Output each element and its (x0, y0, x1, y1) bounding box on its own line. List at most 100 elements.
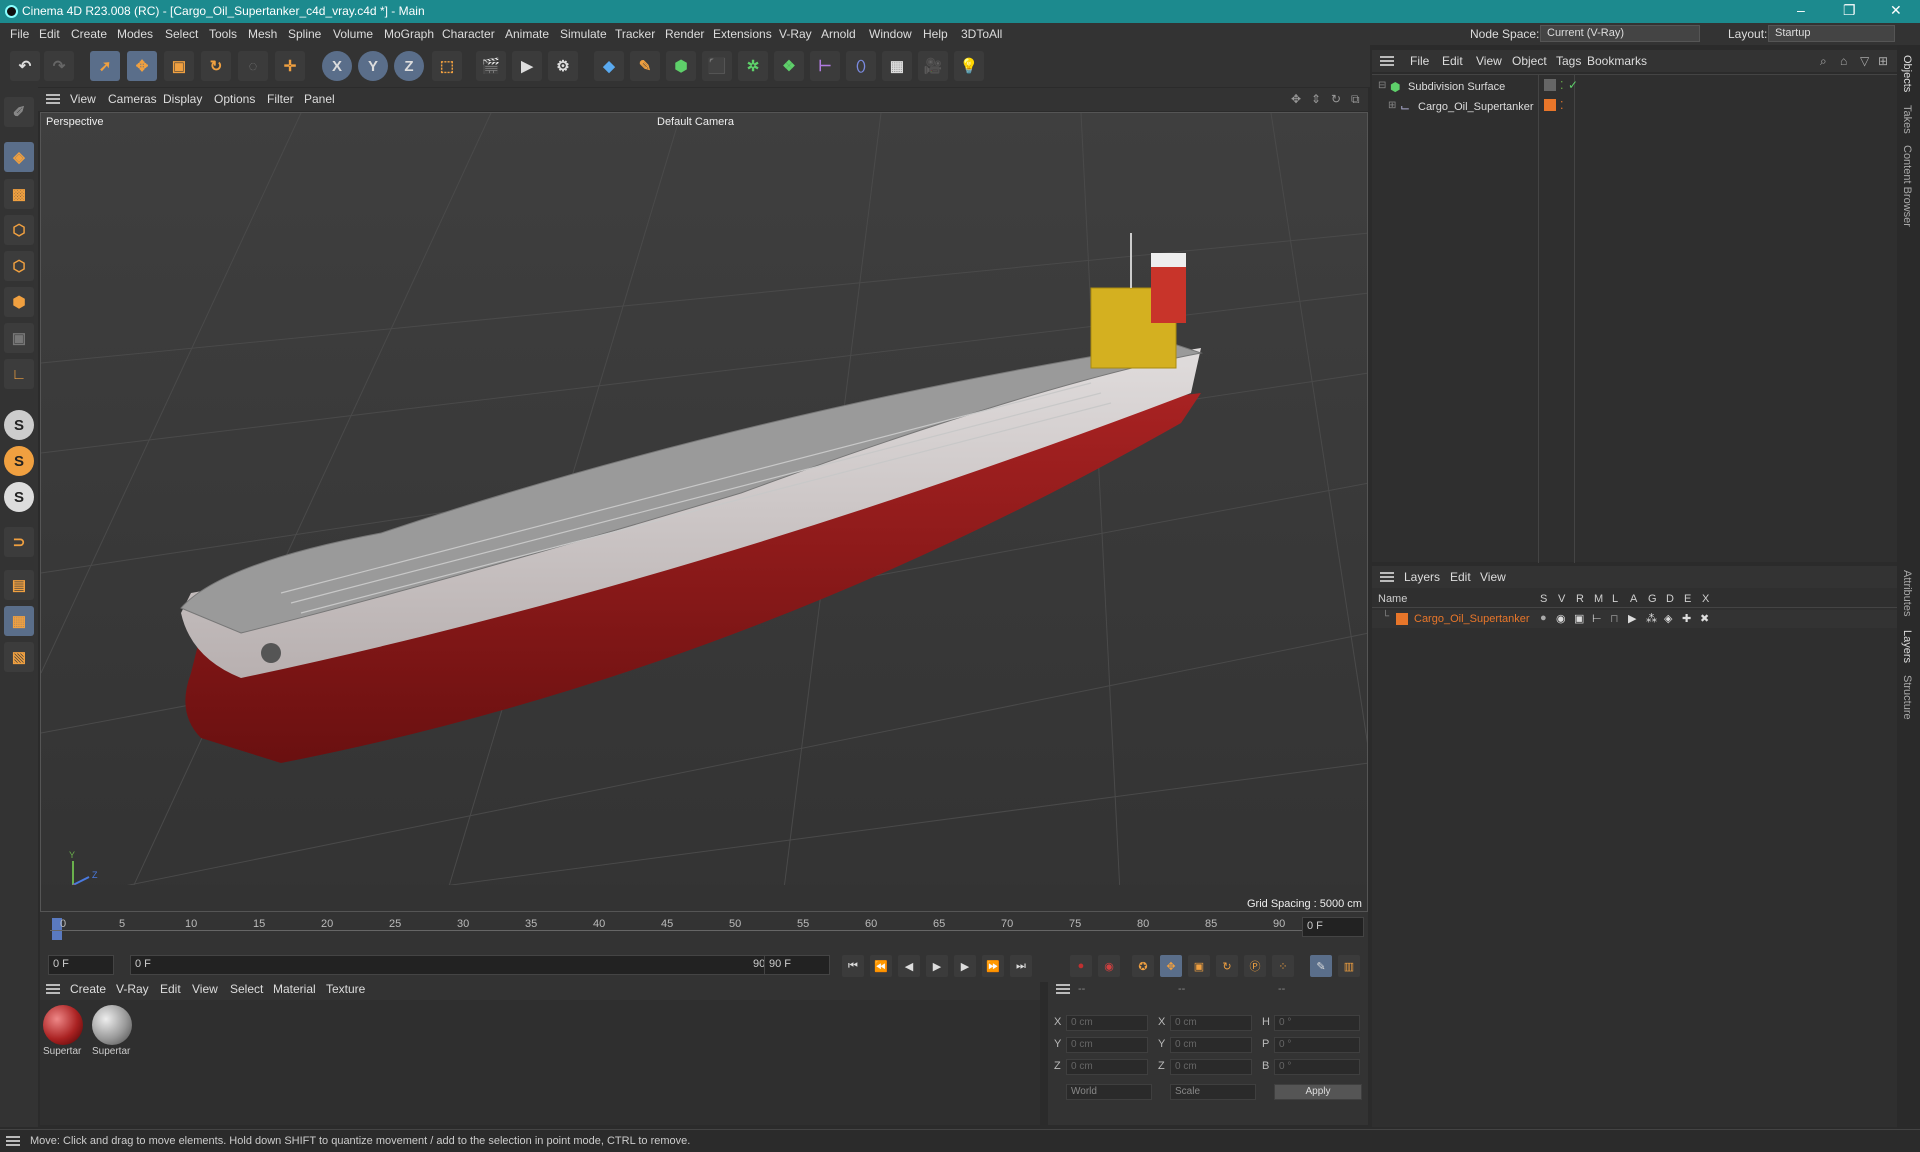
frame-range-slider[interactable]: 0 F 90 F (130, 955, 782, 975)
prev-frame-button[interactable]: ◀ (898, 955, 920, 977)
coordinate-system-button[interactable]: ⬚ (432, 51, 462, 81)
mat-menu-edit[interactable]: Edit (160, 982, 181, 996)
rotation-p-field[interactable]: 0 ° (1274, 1037, 1360, 1053)
menu-tools[interactable]: Tools (209, 27, 237, 41)
menu-volume[interactable]: Volume (333, 27, 373, 41)
col-xref[interactable]: X (1702, 593, 1709, 605)
menu-arnold[interactable]: Arnold (821, 27, 856, 41)
lock-icon[interactable]: ⊓ (1610, 612, 1619, 625)
viewport-rotate-icon[interactable]: ↻ (1331, 92, 1341, 106)
menu-3dtoall[interactable]: 3DToAll (961, 27, 1002, 41)
render-settings-button[interactable]: ⚙ (548, 51, 578, 81)
start-frame-field[interactable]: 0 F (48, 955, 114, 975)
layer-menu-view[interactable]: View (1480, 570, 1506, 584)
viewport-hamburger-icon[interactable] (46, 94, 60, 104)
size-x-field[interactable]: 0 cm (1170, 1015, 1252, 1031)
lock-workplane-button[interactable]: ▧ (4, 642, 34, 672)
obj-search-icon[interactable]: ⌕ (1820, 54, 1827, 69)
viewport-menu-cameras[interactable]: Cameras (108, 92, 157, 106)
camera-button[interactable]: 🎥 (918, 51, 948, 81)
close-button[interactable]: ✕ (1890, 2, 1902, 19)
viewport-menu-options[interactable]: Options (214, 92, 255, 106)
expression-icon[interactable]: ✚ (1682, 612, 1691, 625)
subdivision-button[interactable]: ⬢ (666, 51, 696, 81)
col-render[interactable]: R (1576, 593, 1584, 605)
mat-menu-vray[interactable]: V-Ray (116, 982, 149, 996)
obj-add-icon[interactable]: ⊞ (1878, 54, 1888, 68)
go-to-end-button[interactable]: ⏭ (1010, 955, 1032, 977)
object-row[interactable]: ⊟ ⬢ Subdivision Surface ⁚ ✓ (1372, 78, 1897, 97)
rotate-tool-button[interactable]: ↻ (201, 51, 231, 81)
live-select-button[interactable]: ◌ (238, 51, 268, 81)
scale-tool-button[interactable]: ▣ (164, 51, 194, 81)
layer-menu-edit[interactable]: Edit (1450, 570, 1471, 584)
mograph-button[interactable]: ❖ (774, 51, 804, 81)
obj-menu-file[interactable]: File (1410, 54, 1429, 68)
menu-modes[interactable]: Modes (117, 27, 153, 41)
expand-icon[interactable]: ⊟ (1378, 80, 1386, 91)
mat-menu-material[interactable]: Material (273, 982, 316, 996)
viewport-menu-view[interactable]: View (70, 92, 96, 106)
maximize-button[interactable]: ❐ (1843, 2, 1856, 19)
move-tool-button[interactable]: ✥ (127, 51, 157, 81)
menu-spline[interactable]: Spline (288, 27, 321, 41)
render-view-button[interactable]: ▶ (512, 51, 542, 81)
key-rotation-button[interactable]: ↻ (1216, 955, 1238, 977)
grid-button[interactable]: ▦ (4, 606, 34, 636)
col-deformers[interactable]: D (1666, 593, 1674, 605)
col-manager[interactable]: M (1594, 593, 1603, 605)
obj-menu-bookmarks[interactable]: Bookmarks (1587, 54, 1647, 68)
material-swatch[interactable]: Supertar (43, 1005, 85, 1057)
enabled-check-icon[interactable]: ✓ (1568, 78, 1578, 92)
make-editable-button[interactable]: ✐ (4, 97, 34, 127)
viewport-zoom-icon[interactable]: ⇕ (1311, 92, 1321, 106)
eye-icon[interactable]: ◉ (1556, 612, 1566, 625)
viewport-maximize-icon[interactable]: ⧉ (1351, 92, 1360, 107)
deformer-button[interactable]: ⊢ (810, 51, 840, 81)
tab-attributes[interactable]: Attributes (1901, 570, 1913, 616)
key-pla-button[interactable]: ⁘ (1272, 955, 1294, 977)
undo-button[interactable]: ↶ (10, 51, 40, 81)
floor-button[interactable]: ▦ (882, 51, 912, 81)
magnet-button[interactable]: ⊃ (4, 527, 34, 557)
node-space-dropdown[interactable]: Current (V-Ray) (1540, 25, 1700, 42)
obj-menu-edit[interactable]: Edit (1442, 54, 1463, 68)
xref-icon[interactable]: ✖ (1700, 612, 1709, 625)
deformer-icon[interactable]: ◈ (1664, 612, 1672, 625)
snap-button[interactable]: S (4, 410, 34, 440)
menu-window[interactable]: Window (869, 27, 912, 41)
object-row[interactable]: ⊞ ⌙ Cargo_Oil_Supertanker ⁚ (1372, 99, 1897, 117)
viewport-menu-panel[interactable]: Panel (304, 92, 335, 106)
menu-help[interactable]: Help (923, 27, 948, 41)
material-hamburger-icon[interactable] (46, 984, 60, 994)
edges-mode-button[interactable]: ⬡ (4, 251, 34, 281)
mat-menu-texture[interactable]: Texture (326, 982, 365, 996)
rotation-h-field[interactable]: 0 ° (1274, 1015, 1360, 1031)
menu-file[interactable]: File (10, 27, 29, 41)
manager-icon[interactable]: ⊢ (1592, 612, 1602, 625)
position-z-field[interactable]: 0 cm (1066, 1059, 1148, 1075)
tab-content-browser[interactable]: Content Browser (1901, 145, 1913, 227)
obj-filter-icon[interactable]: ▽ (1860, 54, 1869, 68)
render-region-button[interactable]: 🎬 (476, 51, 506, 81)
redo-button[interactable]: ↷ (44, 51, 74, 81)
size-mode-dropdown[interactable]: Scale (1170, 1084, 1256, 1100)
object-name[interactable]: Cargo_Oil_Supertanker (1418, 101, 1534, 113)
visibility-icon[interactable]: ⁚ (1560, 79, 1564, 92)
minimize-button[interactable]: – (1797, 2, 1805, 18)
menu-edit[interactable]: Edit (39, 27, 60, 41)
z-axis-button[interactable]: Z (394, 51, 424, 81)
snap-settings-button[interactable]: S (4, 446, 34, 476)
next-frame-button[interactable]: ▶ (954, 955, 976, 977)
pen-spline-button[interactable]: ✎ (630, 51, 660, 81)
col-locked[interactable]: L (1612, 593, 1618, 605)
obj-menu-tags[interactable]: Tags (1556, 54, 1581, 68)
menu-select[interactable]: Select (165, 27, 198, 41)
rotation-b-field[interactable]: 0 ° (1274, 1059, 1360, 1075)
tab-structure[interactable]: Structure (1901, 675, 1913, 720)
current-frame-field[interactable]: 0 F (1302, 917, 1364, 937)
obj-menu-object[interactable]: Object (1512, 54, 1547, 68)
render-icon[interactable]: ▣ (1574, 612, 1584, 625)
obj-menu-view[interactable]: View (1476, 54, 1502, 68)
quantize-button[interactable]: S (4, 482, 34, 512)
